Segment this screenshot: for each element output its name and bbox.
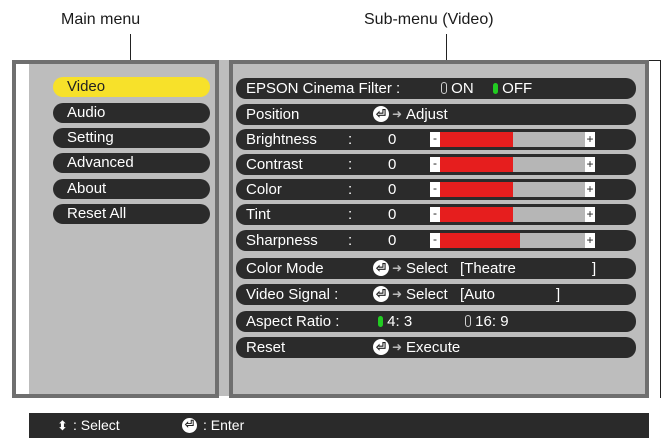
tint-slider-fill bbox=[440, 207, 513, 222]
video-signal-value: [Auto bbox=[460, 286, 496, 303]
minus-icon: - bbox=[430, 207, 440, 222]
color-value: 0 bbox=[388, 181, 397, 198]
brightness-row[interactable]: Brightness : 0 - + bbox=[236, 129, 636, 150]
aspect-ratio-row[interactable]: Aspect Ratio : 4: 3 16: 9 bbox=[236, 311, 636, 332]
enter-icon: ⏎ bbox=[373, 260, 389, 276]
tint-row[interactable]: Tint : 0 - + bbox=[236, 204, 636, 225]
brightness-label: Brightness bbox=[246, 131, 317, 148]
sharpness-slider[interactable]: - + bbox=[430, 233, 595, 248]
color-mode-action: Select bbox=[406, 260, 448, 277]
cinema-filter-label: EPSON Cinema Filter : bbox=[246, 80, 401, 97]
main-menu-leader bbox=[130, 34, 131, 60]
radio-off-option-selected-icon[interactable] bbox=[493, 83, 498, 94]
enter-icon: ⏎ bbox=[373, 339, 389, 355]
sharpness-slider-fill bbox=[440, 233, 520, 248]
footer-enter-label: : Enter bbox=[203, 417, 245, 433]
reset-row[interactable]: Reset ⏎ ➜ Execute bbox=[236, 337, 636, 358]
plus-icon: + bbox=[585, 157, 595, 172]
main-menu-item-setting[interactable]: Setting bbox=[53, 128, 210, 148]
color-mode-row[interactable]: Color Mode ⏎ ➜ Select [Theatre ] bbox=[236, 258, 636, 279]
main-menu-item-advanced[interactable]: Advanced bbox=[53, 153, 210, 173]
main-menu-item-about[interactable]: About bbox=[53, 179, 210, 199]
color-slider-fill bbox=[440, 182, 513, 197]
right-arrow-icon: ➜ bbox=[392, 340, 403, 354]
radio-unselected-icon[interactable] bbox=[465, 315, 471, 327]
sub-menu-caption: Sub-menu (Video) bbox=[364, 11, 494, 28]
sharpness-value: 0 bbox=[388, 232, 397, 249]
color-mode-value: [Theatre bbox=[460, 260, 516, 277]
main-menu-item-reset-all[interactable]: Reset All bbox=[53, 204, 210, 224]
color-label: Color bbox=[246, 181, 282, 198]
footer-select-label: : Select bbox=[73, 417, 120, 433]
main-menu-item-video[interactable]: Video bbox=[53, 77, 210, 97]
cinema-filter-on-label: ON bbox=[451, 80, 474, 97]
sharpness-row[interactable]: Sharpness : 0 - + bbox=[236, 230, 636, 251]
brightness-slider[interactable]: - + bbox=[430, 132, 595, 147]
right-arrow-icon: ➜ bbox=[392, 261, 403, 275]
color-mode-close: ] bbox=[592, 260, 597, 277]
video-signal-label: Video Signal : bbox=[246, 286, 339, 303]
up-down-icon: ⬍ bbox=[57, 418, 68, 433]
enter-icon: ⏎ bbox=[373, 106, 389, 122]
enter-icon: ⏎ bbox=[182, 418, 197, 433]
sub-menu-bracket-right bbox=[660, 60, 661, 398]
main-menu-item-audio[interactable]: Audio bbox=[53, 103, 210, 123]
contrast-slider-fill bbox=[440, 157, 513, 172]
position-row[interactable]: Position ⏎ ➜ Adjust bbox=[236, 104, 636, 125]
position-action: Adjust bbox=[406, 106, 448, 123]
minus-icon: - bbox=[430, 157, 440, 172]
tint-value: 0 bbox=[388, 206, 397, 223]
brightness-value: 0 bbox=[388, 131, 397, 148]
color-row[interactable]: Color : 0 - + bbox=[236, 179, 636, 200]
tint-slider[interactable]: - + bbox=[430, 207, 595, 222]
enter-icon: ⏎ bbox=[373, 286, 389, 302]
aspect-ratio-opt2: 16: 9 bbox=[475, 313, 509, 330]
cinema-filter-row[interactable]: EPSON Cinema Filter : ON OFF bbox=[236, 78, 636, 99]
plus-icon: + bbox=[585, 182, 595, 197]
brightness-slider-fill bbox=[440, 132, 513, 147]
contrast-value: 0 bbox=[388, 156, 397, 173]
aspect-ratio-opt1: 4: 3 bbox=[387, 313, 413, 330]
video-signal-close: ] bbox=[556, 286, 561, 303]
tint-label: Tint bbox=[246, 206, 271, 223]
video-signal-row[interactable]: Video Signal : ⏎ ➜ Select [Auto ] bbox=[236, 284, 636, 305]
right-arrow-icon: ➜ bbox=[392, 287, 403, 301]
reset-label: Reset bbox=[246, 339, 286, 356]
minus-icon: - bbox=[430, 182, 440, 197]
minus-icon: - bbox=[430, 132, 440, 147]
color-mode-label: Color Mode bbox=[246, 260, 324, 277]
contrast-row[interactable]: Contrast : 0 - + bbox=[236, 154, 636, 175]
minus-icon: - bbox=[430, 233, 440, 248]
plus-icon: + bbox=[585, 207, 595, 222]
plus-icon: + bbox=[585, 233, 595, 248]
video-signal-action: Select bbox=[406, 286, 448, 303]
footer-bar: ⬍ : Select ⏎ : Enter bbox=[29, 413, 649, 438]
plus-icon: + bbox=[585, 132, 595, 147]
radio-selected-icon[interactable] bbox=[378, 316, 383, 327]
radio-on-option-icon[interactable] bbox=[441, 82, 447, 94]
contrast-label: Contrast bbox=[246, 156, 303, 173]
sub-menu-leader bbox=[446, 34, 447, 60]
position-label: Position bbox=[246, 106, 300, 123]
color-slider[interactable]: - + bbox=[430, 182, 595, 197]
aspect-ratio-label: Aspect Ratio : bbox=[246, 313, 340, 330]
reset-action: Execute bbox=[406, 339, 461, 356]
right-arrow-icon: ➜ bbox=[392, 107, 403, 121]
main-menu-caption: Main menu bbox=[61, 11, 141, 28]
sharpness-label: Sharpness bbox=[246, 232, 318, 249]
cinema-filter-off-label: OFF bbox=[502, 80, 533, 97]
contrast-slider[interactable]: - + bbox=[430, 157, 595, 172]
